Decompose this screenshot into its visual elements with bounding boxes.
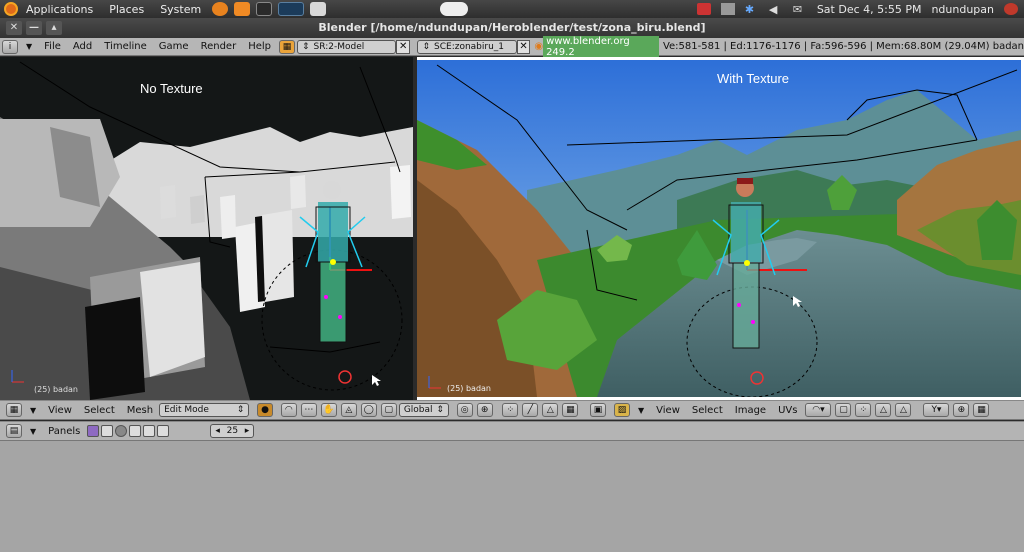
uv-sync-icon[interactable]: ▢ [835,403,852,417]
frame-field[interactable]: ◂ 25 ▸ [210,424,255,438]
menu-render[interactable]: Render [195,41,243,52]
menu-timeline[interactable]: Timeline [98,41,153,52]
uv-edge-icon[interactable]: △ [875,403,892,417]
mail-icon[interactable]: ✉ [793,3,807,16]
draw-type-icon[interactable]: ● [257,403,273,417]
document-icon[interactable] [310,2,327,16]
screen-field[interactable]: ⇕ SR:2-Model [297,39,397,54]
menu-add[interactable]: Add [67,41,98,52]
edge-select-icon[interactable]: ╱ [522,403,539,417]
view3d-header: ▦ ▼ View Select Mesh Edit Mode ⇕ ● ◠ ⋯ ✋ … [0,400,608,420]
untextured-scene [0,57,413,400]
scene-context-icon[interactable] [157,425,170,437]
buttons-window-type-icon[interactable]: ▤ [6,424,22,438]
textured-scene-frame: With Texture (25) badan [417,60,1021,397]
uv-face-icon[interactable]: △ [895,403,912,417]
buttons-header: ▤ ▼ Panels ◂ 25 ▸ [0,421,1024,441]
editing-context-icon[interactable] [143,425,156,437]
view3d-collapse-icon[interactable]: ▼ [24,406,42,415]
menu-game[interactable]: Game [153,41,195,52]
menu-help[interactable]: Help [242,41,277,52]
viewport-with-texture[interactable]: With Texture (25) badan [417,57,1024,400]
viewport-label-left: No Texture [140,81,203,96]
render-preview-icon[interactable]: ▣ [590,403,607,417]
image-menu-select[interactable]: Select [686,405,729,416]
manipulator-translate-icon[interactable]: ▢ [380,403,397,417]
terminal-icon[interactable] [256,2,273,16]
occlude-icon[interactable]: ▦ [562,403,579,417]
panels-label[interactable]: Panels [42,426,86,437]
uv-vertex-icon[interactable]: ⁘ [855,403,872,417]
image-menu-view[interactable]: View [650,405,686,416]
manipulator-scale-icon[interactable]: ◯ [360,403,377,417]
clock[interactable]: Sat Dec 4, 5:55 PM [817,3,922,16]
textured-scene [417,60,1021,397]
pivot-icon[interactable]: ◠ [280,403,297,417]
eyes-applet-icon [440,2,468,16]
menu-applications[interactable]: Applications [18,3,101,16]
shading-context-icon[interactable] [115,425,128,437]
layer-icon[interactable]: ◎ [456,403,473,417]
vertex-select-icon[interactable]: ⁘ [502,403,519,417]
menu-places[interactable]: Places [101,3,152,16]
manipulator-rotate-icon[interactable]: ◬ [340,403,357,417]
blender-logo-icon: ◉ [534,41,544,52]
uv-snap-icon[interactable]: ⊕ [953,403,970,417]
image-menu-image[interactable]: Image [729,405,772,416]
keyboard-icon[interactable] [720,3,735,15]
image-collapse-icon[interactable]: ▼ [632,406,650,415]
view3d-window-type-icon[interactable]: ▦ [6,403,22,417]
view3d-menu-select[interactable]: Select [78,405,121,416]
mode-dropdown[interactable]: Edit Mode ⇕ [159,403,250,417]
uv-sticky-icon[interactable]: Y▾ [923,403,950,417]
network-icon[interactable] [696,3,711,15]
viewport-label-right: With Texture [717,71,790,86]
uv-image-icon[interactable]: ▦ [973,403,990,417]
orientation-dropdown[interactable]: Global ⇕ [398,403,449,417]
blender-url: www.blender.org 249.2 [543,35,659,58]
bluetooth-icon[interactable]: ✱ [745,3,759,16]
power-icon[interactable] [1004,3,1018,15]
logic-context-icon[interactable] [87,425,100,437]
screen-browse-icon[interactable]: ▦ [279,39,295,54]
ubuntu-logo-icon[interactable] [4,2,18,16]
window-titlebar: ✕ — ▴ Blender [/home/ndundupan/Heroblend… [0,18,1024,38]
image-window-type-icon[interactable]: ▨ [614,403,630,417]
object-context-icon[interactable] [129,425,142,437]
blender-icon[interactable] [234,2,251,16]
snap-icon[interactable]: ⊕ [476,403,493,417]
view3d-menu-view[interactable]: View [42,405,78,416]
viewport-object-label-left: (25) badan [34,385,78,394]
proportional-icon[interactable]: ⋯ [300,403,317,417]
top-panel: Applications Places System ✱ ◀ ✉ Sat Dec… [0,0,1024,18]
buttons-collapse-icon[interactable]: ▼ [24,427,42,436]
scene-stats: Ve:581-581 | Ed:1176-1176 | Fa:596-596 |… [662,41,1024,52]
image-editor-header: ▨ ▼ View Select Image UVs ◠▾ ▢ ⁘ △ △ Y▾ … [608,400,1024,420]
script-context-icon[interactable] [101,425,114,437]
screen-delete-icon[interactable]: ✕ [396,39,410,54]
image-pivot-icon[interactable]: ◠▾ [805,403,832,417]
viewport-no-texture[interactable]: No Texture (25) badan [0,57,413,400]
image-menu-uvs[interactable]: UVs [772,405,803,416]
info-header: i ▼ File Add Timeline Game Render Help ▦… [0,35,1024,58]
menu-system[interactable]: System [152,3,209,16]
scene-delete-icon[interactable]: ✕ [516,39,531,54]
firefox-icon[interactable] [212,2,229,16]
system-monitor-icon[interactable] [278,2,305,16]
volume-icon[interactable]: ◀ [769,3,783,16]
scene-field[interactable]: ⇕ SCE:zonabiru_1 [417,39,517,54]
view3d-menu-mesh[interactable]: Mesh [121,405,159,416]
user-name[interactable]: ndundupan [931,3,994,16]
info-window-type-icon[interactable]: i [2,39,18,54]
face-select-icon[interactable]: △ [542,403,559,417]
window-title: Blender [/home/ndundupan/Heroblender/tes… [318,21,706,34]
viewport-object-label-right: (25) badan [447,384,491,393]
manipulator-hand-icon[interactable]: ✋ [320,403,337,417]
buttons-window[interactable] [0,441,1024,552]
menu-file[interactable]: File [38,41,67,52]
collapse-icon[interactable]: ▼ [20,42,38,51]
